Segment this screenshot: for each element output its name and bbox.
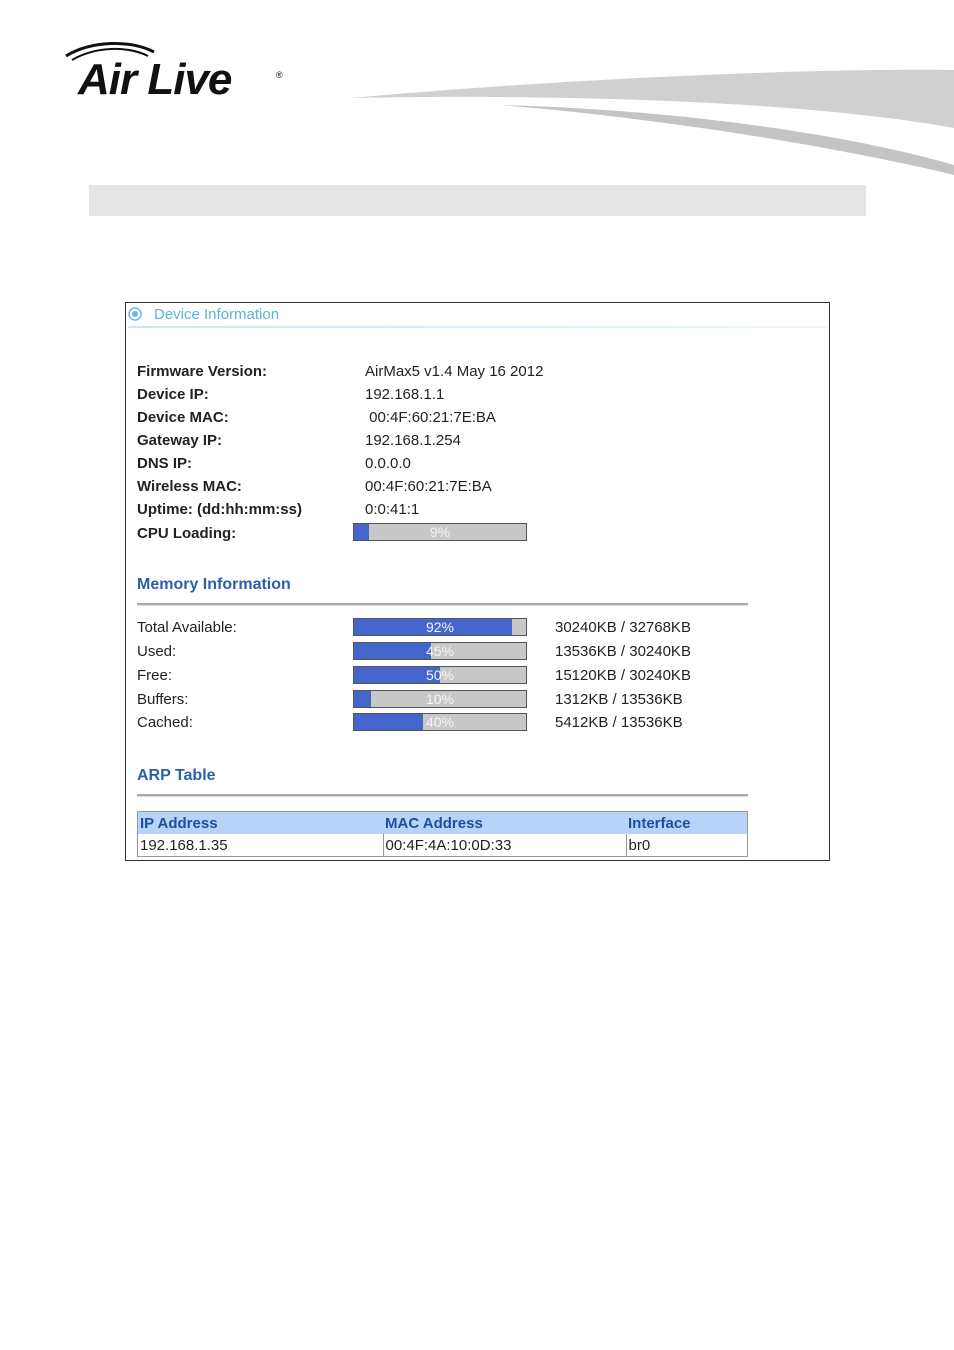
info-value: 00:4F:60:21:7E:BA: [365, 478, 492, 495]
info-row-wireless-mac: Wireless MAC: 00:4F:60:21:7E:BA: [137, 477, 492, 497]
header-swoosh-decoration: [350, 69, 954, 175]
panel-header: Device Information: [126, 303, 829, 329]
info-label: Gateway IP:: [137, 432, 223, 449]
info-row-dns-ip: DNS IP: 0.0.0.0: [137, 454, 411, 474]
arp-interface-cell: br0: [628, 836, 651, 854]
info-row-firmware: Firmware Version: AirMax5 v1.4 May 16 20…: [137, 362, 543, 382]
memory-label: Cached:: [137, 714, 193, 731]
info-value: 192.168.1.1: [365, 386, 445, 403]
info-value: 00:4F:60:21:7E:BA: [365, 409, 496, 426]
info-value: 0:0:41:1: [365, 501, 420, 518]
logo-registered-mark: ®: [276, 70, 283, 80]
column-header-mac-address: MAC Address: [383, 811, 626, 834]
arp-ip-cell: 192.168.1.35: [137, 834, 384, 857]
info-label: Firmware Version:: [137, 363, 268, 380]
section-header-bar: [89, 185, 866, 216]
memory-bar: 50%: [353, 666, 527, 684]
logo-text: Air Live: [78, 55, 232, 104]
info-value: 0.0.0.0: [365, 455, 411, 472]
bar-percent-label: 10%: [425, 691, 455, 707]
memory-row-cached: Cached: 40% 5412KB / 13536KB: [137, 713, 777, 733]
info-row-uptime: Uptime: (dd:hh:mm:ss) 0:0:41:1: [137, 500, 419, 520]
arp-mac-cell: 00:4F:4A:10:0D:33: [383, 834, 627, 857]
info-row-cpu: CPU Loading: 9%: [137, 523, 637, 544]
memory-row-buffers: Buffers: 10% 1312KB / 13536KB: [137, 690, 777, 710]
memory-section-title: Memory Information: [137, 576, 291, 593]
bar-percent-label: 9%: [429, 524, 451, 540]
memory-value: 30240KB / 32768KB: [555, 619, 691, 636]
memory-value: 13536KB / 30240KB: [555, 643, 691, 660]
info-label: Device MAC:: [137, 409, 229, 426]
info-label: DNS IP:: [137, 455, 193, 472]
memory-bar: 45%: [353, 642, 527, 660]
airlive-logo: Air Live ®: [62, 40, 292, 110]
info-row-device-ip: Device IP: 192.168.1.1: [137, 385, 444, 405]
panel-title: Device Information: [154, 306, 280, 323]
memory-value: 5412KB / 13536KB: [555, 714, 683, 731]
info-label: Uptime: (dd:hh:mm:ss): [137, 501, 302, 518]
memory-value: 15120KB / 30240KB: [555, 667, 691, 684]
memory-label: Used:: [137, 643, 177, 660]
info-label: CPU Loading:: [137, 525, 237, 542]
column-header-ip-address: IP Address: [137, 811, 383, 834]
info-label: Device IP:: [137, 386, 209, 403]
memory-row-total: Total Available: 92% 30240KB / 32768KB: [137, 618, 777, 638]
bar-percent-label: 92%: [425, 619, 455, 635]
memory-bar: 40%: [353, 713, 527, 731]
memory-section-divider: [137, 603, 748, 606]
memory-value: 1312KB / 13536KB: [555, 691, 683, 708]
arp-section-title: ARP Table: [137, 767, 216, 784]
memory-row-used: Used: 45% 13536KB / 30240KB: [137, 642, 777, 662]
table-row: 192.168.1.35 00:4F:4A:10:0D:33 br0: [137, 834, 748, 857]
panel-header-divider: [128, 326, 827, 328]
info-row-device-mac: Device MAC: 00:4F:60:21:7E:BA: [137, 408, 496, 428]
cpu-loading-bar: 9%: [353, 523, 527, 541]
arp-section-divider: [137, 794, 748, 797]
bar-percent-label: 40%: [425, 714, 455, 730]
bar-percent-label: 50%: [425, 667, 455, 683]
memory-bar: 92%: [353, 618, 527, 636]
memory-label: Total Available:: [137, 619, 237, 636]
memory-label: Free:: [137, 667, 173, 684]
info-row-gateway-ip: Gateway IP: 192.168.1.254: [137, 431, 461, 451]
arp-table-header-row: IP Address MAC Address Interface: [137, 811, 748, 834]
memory-row-free: Free: 50% 15120KB / 30240KB: [137, 666, 777, 686]
column-header-interface: Interface: [626, 811, 748, 834]
bar-percent-label: 45%: [425, 643, 455, 659]
arp-table: IP Address MAC Address Interface 192.168…: [137, 811, 748, 857]
info-bullet-icon: [128, 307, 142, 321]
info-value: 192.168.1.254: [365, 432, 461, 449]
device-information-panel: Device Information Firmware Version: Air…: [125, 302, 830, 861]
info-label: Wireless MAC:: [137, 478, 242, 495]
info-value: AirMax5 v1.4 May 16 2012: [365, 363, 544, 380]
memory-bar: 10%: [353, 690, 527, 708]
memory-label: Buffers:: [137, 691, 189, 708]
